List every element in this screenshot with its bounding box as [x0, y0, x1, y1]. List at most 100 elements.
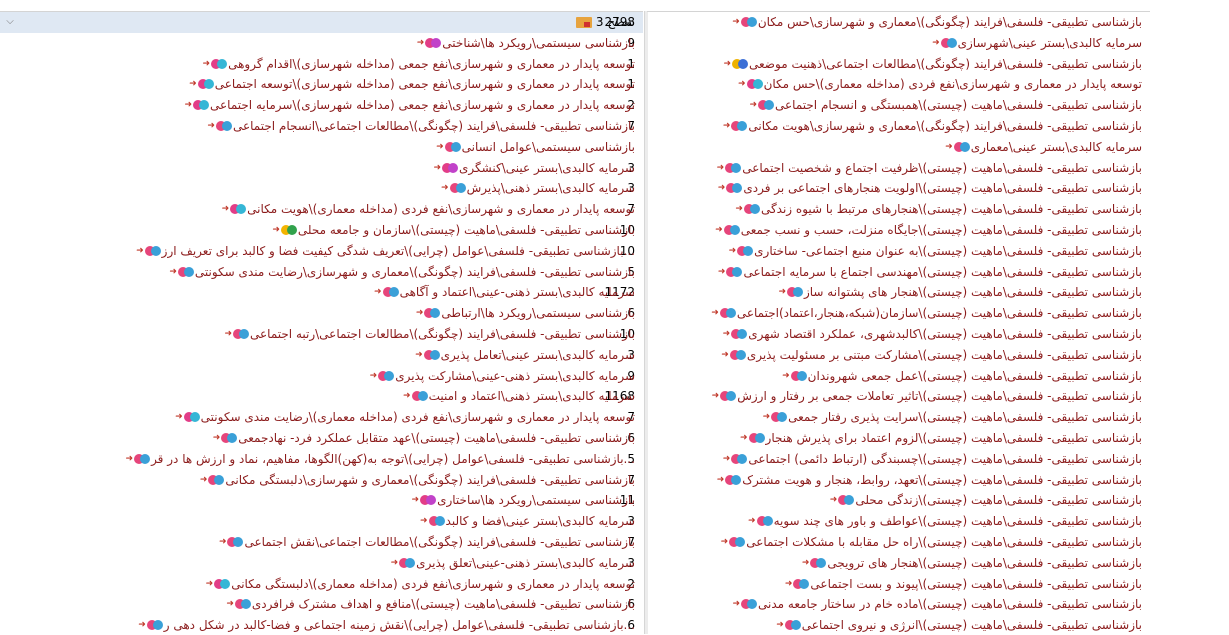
- left-tree-row[interactable]: 5 ...بازشناسی تطبیقی- فلسفی\عوامل (چرایی)…: [0, 449, 643, 470]
- right-tree-row[interactable]: بازشناسی تطبیقی- فلسفی\ماهیت (چیستی)\هنج…: [647, 199, 1150, 220]
- code-path-text: سرمایه کالبدی\بستر ذهنی\پذیرش: [466, 181, 635, 196]
- left-tree-row[interactable]: 3 سرمایه کالبدی\بستر ذهنی-عینی\تعلق پذیری…: [0, 553, 643, 574]
- left-tree-row[interactable]: 6 بازشناسی تطبیقی- فلسفی\ماهیت (چیستی)\من…: [0, 594, 643, 615]
- code-icon: [449, 183, 466, 194]
- left-tree-row[interactable]: 1172 سرمایه کالبدی\بستر ذهنی-عینی\اعتماد …: [0, 282, 643, 303]
- code-icon: [731, 453, 748, 465]
- right-tree-row[interactable]: سرمایه کالبدی\بستر عینی\معماری ➜: [647, 137, 1150, 158]
- right-tree-row[interactable]: بازشناسی تطبیقی- فلسفی\ماهیت (چیستی)\مشا…: [647, 345, 1150, 366]
- left-tree-row[interactable]: 10 ...بازشناسی تطبیقی- فلسفی\عوامل (چرایی…: [0, 241, 643, 262]
- left-tree-row[interactable]: 1 توسعه پایدار در معماری و شهرسازی\نفع جم…: [0, 54, 643, 75]
- left-tree-row[interactable]: 7 بازشناسی تطبیقی- فلسفی\فرایند (چگونگی)\…: [0, 470, 643, 491]
- row-label: توسعه پایدار در معماری و شهرسازی\نفع جمع…: [3, 74, 635, 95]
- right-tree-row[interactable]: بازشناسی تطبیقی- فلسفی\ماهیت (چیستی)\ساز…: [647, 303, 1150, 324]
- right-tree-row[interactable]: سرمایه کالبدی\بستر عینی\شهرسازی ➜: [647, 33, 1150, 54]
- code-path-text: بازشناسی تطبیقی- فلسفی\ماهیت (چیستی)\همب…: [775, 98, 1142, 113]
- row-label: توسعه پایدار در معماری و شهرسازی\نفع جمع…: [3, 54, 635, 75]
- reference-arrow-icon: ➜: [723, 58, 732, 69]
- right-tree-row[interactable]: بازشناسی تطبیقی- فلسفی\ماهیت (چیستی)\هنج…: [647, 282, 1150, 303]
- right-tree-row[interactable]: بازشناسی تطبیقی- فلسفی\ماهیت (چیستی)\عمل…: [647, 366, 1150, 387]
- right-tree-row[interactable]: بازشناسی تطبیقی- فلسفی\ماهیت (چیستی)\راه…: [647, 532, 1150, 553]
- code-path-text: بازشناسی تطبیقی- فلسفی\ماهیت (چیستی)\انر…: [801, 618, 1142, 633]
- right-tree-row[interactable]: بازشناسی تطبیقی- فلسفی\ماهیت (چیستی)\به …: [647, 241, 1150, 262]
- right-tree-row[interactable]: بازشناسی تطبیقی- فلسفی\فرایند (چگونگی)\م…: [647, 54, 1150, 75]
- row-label: بازشناسی تطبیقی- فلسفی\ماهیت (چیستی)\هنج…: [653, 199, 1142, 220]
- left-tree-row[interactable]: 7 توسعه پایدار در معماری و شهرسازی\نفع فر…: [0, 199, 643, 220]
- right-tree-row[interactable]: بازشناسی تطبیقی- فلسفی\فرایند (چگونگی)\م…: [647, 12, 1150, 33]
- reference-arrow-icon: ➜: [717, 266, 726, 277]
- left-tree-row[interactable]: 3 سرمایه کالبدی\بستر ذهنی\پذیرش ➜: [0, 178, 643, 199]
- right-tree-row[interactable]: بازشناسی تطبیقی- فلسفی\ماهیت (چیستی)\تعه…: [647, 470, 1150, 491]
- left-tree-row[interactable]: 3 سرمایه کالبدی\بستر عینی\کنشگری ➜: [0, 158, 643, 179]
- code-path-text: بازشناسی تطبیقی- فلسفی\ماهیت (چیستی)\کال…: [748, 326, 1142, 341]
- code-icon: [743, 204, 760, 215]
- reference-arrow-icon: ➜: [415, 349, 423, 360]
- code-icon: [726, 266, 743, 278]
- left-tree-row[interactable]: 9 سرمایه کالبدی\بستر ذهنی-عینی\مشارکت پذی…: [0, 366, 643, 387]
- row-label: بازشناسی تطبیقی- فلسفی\ماهیت (چیستی)\مشا…: [653, 345, 1142, 366]
- right-tree-row[interactable]: بازشناسی تطبیقی- فلسفی\ماهیت (چیستی)\تاث…: [647, 386, 1150, 407]
- left-tree-row[interactable]: 1 توسعه پایدار در معماری و شهرسازی\نفع جم…: [0, 74, 643, 95]
- right-tree-row[interactable]: بازشناسی تطبیقی- فلسفی\ماهیت (چیستی)\زند…: [647, 490, 1150, 511]
- row-label: بازشناسی تطبیقی- فلسفی\ماهیت (چیستی)\عمل…: [653, 366, 1142, 387]
- right-tree-row[interactable]: بازشناسی تطبیقی- فلسفی\ماهیت (چیستی)\همب…: [647, 95, 1150, 116]
- right-tree-row[interactable]: بازشناسی تطبیقی- فلسفی\ماهیت (چیستی)\مهن…: [647, 262, 1150, 283]
- code-icon: [193, 100, 209, 111]
- right-tree-row[interactable]: بازشناسی تطبیقی- فلسفی\ماهیت (چیستی)\چسب…: [647, 449, 1150, 470]
- row-label: ...بازشناسی تطبیقی- فلسفی\عوامل (چرایی)\…: [3, 615, 635, 635]
- reference-arrow-icon: ➜: [433, 162, 442, 173]
- row-label: بازشناسی تطبیقی- فلسفی\ماهیت (چیستی)\زند…: [653, 490, 1142, 511]
- code-path-text: بازشناسی تطبیقی- فلسفی\فرایند (چگونگی)\م…: [250, 326, 635, 341]
- right-tree-row[interactable]: بازشناسی تطبیقی- فلسفی\ماهیت (چیستی)\لزو…: [647, 428, 1150, 449]
- left-tree-row[interactable]: 10 بازشناسی تطبیقی- فلسفی\فرایند (چگونگی)…: [0, 324, 643, 345]
- right-tree-row[interactable]: بازشناسی تطبیقی- فلسفی\ماهیت (چیستی)\ماد…: [647, 594, 1150, 615]
- left-tree-row[interactable]: 3 سرمایه کالبدی\بستر عینی\تعامل پذیری ➜: [0, 345, 643, 366]
- right-tree-row[interactable]: بازشناسی تطبیقی- فلسفی\ماهیت (چیستی)\سرا…: [647, 407, 1150, 428]
- left-tree-row[interactable]: 7 توسعه پایدار در معماری و شهرسازی\نفع فر…: [0, 407, 643, 428]
- row-label: بازشناسی تطبیقی- فلسفی\ماهیت (چیستی)\پیو…: [653, 574, 1142, 595]
- right-tree-row[interactable]: توسعه پایدار در معماری و شهرسازی\نفع فرد…: [647, 74, 1150, 95]
- tree-header-row[interactable]: ⌵ 2798 سطح 3: [0, 12, 643, 33]
- row-label: بازشناسی تطبیقی- فلسفی\ماهیت (چیستی)\همب…: [653, 95, 1142, 116]
- right-tree-row[interactable]: بازشناسی تطبیقی- فلسفی\ماهیت (چیستی)\کال…: [647, 324, 1150, 345]
- code-icon: [732, 58, 749, 70]
- row-label: بازشناسی تطبیقی- فلسفی\فرایند (چگونگی)\م…: [653, 12, 1142, 33]
- left-tree-panel[interactable]: ⌵ 2798 سطح 3 9 بازشناسی سیستمی\رویکرد ها\…: [0, 11, 643, 635]
- right-tree-row[interactable]: بازشناسی تطبیقی- فلسفی\ماهیت (چیستی)\ظرف…: [647, 158, 1150, 179]
- left-tree-row[interactable]: 10 بازشناسی تطبیقی- فلسفی\ماهیت (چیستی)\س…: [0, 220, 643, 241]
- left-tree-row[interactable]: 6 بازشناسی تطبیقی- فلسفی\ماهیت (چیستی)\عه…: [0, 428, 643, 449]
- left-tree-row[interactable]: 6 ...بازشناسی تطبیقی- فلسفی\عوامل (چرایی)…: [0, 615, 643, 635]
- right-tree-row[interactable]: بازشناسی تطبیقی- فلسفی\ماهیت (چیستی)\اول…: [647, 178, 1150, 199]
- right-tree-row[interactable]: بازشناسی تطبیقی- فلسفی\ماهیت (چیستی)\هنج…: [647, 553, 1150, 574]
- right-tree-row[interactable]: بازشناسی تطبیقی- فلسفی\فرایند (چگونگی)\م…: [647, 116, 1150, 137]
- left-tree-row[interactable]: 11 بازشناسی سیستمی\رویکرد ها\ساختاری ➜: [0, 490, 643, 511]
- row-label: سرمایه کالبدی\بستر عینی\فضا و کالبد ➜: [3, 511, 635, 532]
- left-tree-row[interactable]: 3 سرمایه کالبدی\بستر عینی\فضا و کالبد ➜: [0, 511, 643, 532]
- reference-arrow-icon: ➜: [184, 100, 192, 111]
- left-tree-row[interactable]: 1168 سرمایه کالبدی\بستر ذهنی\اعتماد و امن…: [0, 386, 643, 407]
- code-path-text: سرمایه کالبدی\بستر عینی\فضا و کالبد: [445, 514, 635, 529]
- left-tree-row[interactable]: 6 بازشناسی سیستمی\رویکرد ها\ارتباطی ➜: [0, 303, 643, 324]
- right-tree-row[interactable]: بازشناسی تطبیقی- فلسفی\ماهیت (چیستی)\پیو…: [647, 574, 1150, 595]
- code-icon: [940, 37, 957, 49]
- reference-arrow-icon: ➜: [784, 578, 793, 589]
- left-tree-row[interactable]: 9 بازشناسی سیستمی\رویکرد ها\شناختی ➜: [0, 33, 643, 54]
- left-tree-row[interactable]: 7 بازشناسی تطبیقی- فلسفی\فرایند (چگونگی)\…: [0, 116, 643, 137]
- right-tree-row[interactable]: بازشناسی تطبیقی- فلسفی\ماهیت (چیستی)\انر…: [647, 615, 1150, 635]
- left-tree-row[interactable]: 2 توسعه پایدار در معماری و شهرسازی\نفع فر…: [0, 574, 643, 595]
- row-label: بازشناسی تطبیقی- فلسفی\ماهیت (چیستی)\انر…: [653, 615, 1142, 635]
- right-tree-panel[interactable]: بازشناسی تطبیقی- فلسفی\فرایند (چگونگی)\م…: [647, 11, 1150, 635]
- code-icon: [731, 120, 748, 132]
- code-path-text: ...بازشناسی تطبیقی- فلسفی\عوامل (چرایی)\…: [161, 243, 635, 258]
- right-tree-row[interactable]: بازشناسی تطبیقی- فلسفی\ماهیت (چیستی)\جای…: [647, 220, 1150, 241]
- row-label: سرمایه کالبدی\بستر ذهنی-عینی\مشارکت پذیر…: [3, 366, 635, 387]
- reference-arrow-icon: ➜: [711, 391, 720, 402]
- left-tree-row[interactable]: 5 بازشناسی تطبیقی- فلسفی\فرایند (چگونگی)\…: [0, 262, 643, 283]
- left-tree-row[interactable]: 2 توسعه پایدار در معماری و شهرسازی\نفع جم…: [0, 95, 643, 116]
- code-path-text: ...بازشناسی تطبیقی- فلسفی\عوامل (چرایی)\…: [151, 451, 635, 466]
- left-tree-row[interactable]: 7 بازشناسی تطبیقی- فلسفی\فرایند (چگونگی)\…: [0, 532, 643, 553]
- row-label: بازشناسی سیستمی\رویکرد ها\شناختی ➜: [3, 33, 635, 54]
- code-icon: [810, 557, 827, 569]
- left-tree-row[interactable]: بازشناسی سیستمی\عوامل انسانی ➜: [0, 137, 643, 158]
- right-tree-row[interactable]: بازشناسی تطبیقی- فلسفی\ماهیت (چیستی)\عوا…: [647, 511, 1150, 532]
